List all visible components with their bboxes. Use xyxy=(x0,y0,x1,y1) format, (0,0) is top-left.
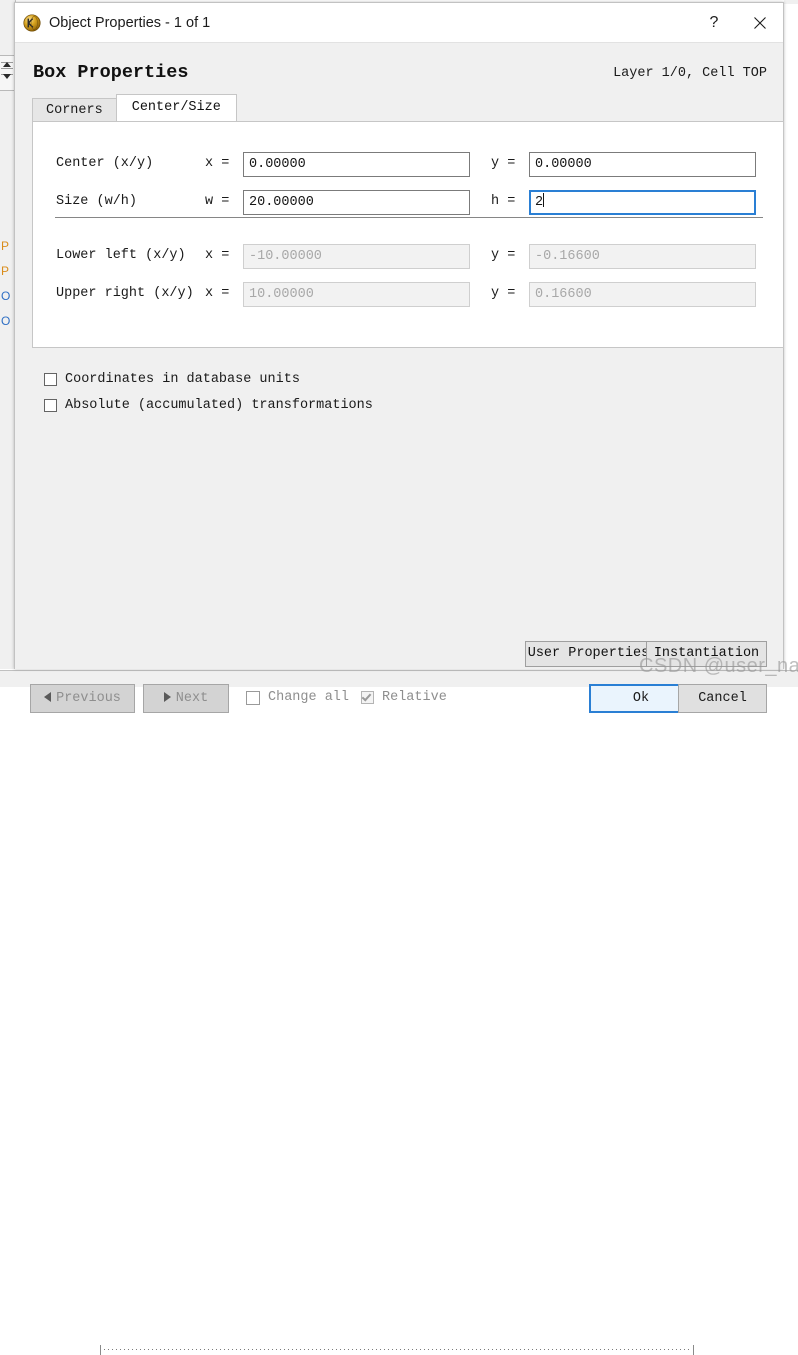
upper-right-x-input: 10.00000 xyxy=(243,282,470,307)
previous-button[interactable]: Previous xyxy=(30,684,135,713)
arrow-left-icon xyxy=(44,692,52,702)
checkbox-label: Relative xyxy=(382,690,447,705)
klayout-sphere-icon xyxy=(23,13,41,32)
field-eq-upper-right-x: x = xyxy=(205,286,230,301)
checkbox-coordinates-db-units[interactable]: Coordinates in database units xyxy=(44,372,300,387)
field-row-center: Center (x/y) x = 0.00000 y = 0.00000 xyxy=(33,152,783,178)
instantiation-button[interactable]: Instantiation xyxy=(646,641,767,667)
ruler-ticks xyxy=(104,1349,690,1350)
tab-center-size[interactable]: Center/Size xyxy=(115,94,237,121)
dialog-titlebar[interactable]: Object Properties - 1 of 1 ? xyxy=(15,3,783,43)
dialog-body: Box Properties Layer 1/0, Cell TOP Corne… xyxy=(15,43,784,713)
layer-cell-info: Layer 1/0, Cell TOP xyxy=(613,66,767,81)
background-tree-item[interactable]: P xyxy=(1,265,9,277)
tab-strip: Corners Center/Size xyxy=(32,94,237,121)
checkbox-relative: Relative xyxy=(361,690,447,705)
next-button[interactable]: Next xyxy=(143,684,229,713)
lower-left-x-input: -10.00000 xyxy=(243,244,470,269)
field-eq-center-y: y = xyxy=(491,156,516,171)
background-right-gap xyxy=(784,0,798,4)
field-eq-size-w: w = xyxy=(205,194,230,209)
center-size-panel: Center (x/y) x = 0.00000 y = 0.00000 Siz… xyxy=(32,121,784,348)
close-icon[interactable] xyxy=(737,3,783,43)
cancel-button[interactable]: Cancel xyxy=(678,684,767,713)
field-eq-lower-left-y: y = xyxy=(491,248,516,263)
checkbox-change-all[interactable]: Change all xyxy=(246,690,349,705)
size-h-input-value: 2 xyxy=(535,195,544,210)
checkbox-box-icon[interactable] xyxy=(246,690,260,705)
upper-right-y-input: 0.16600 xyxy=(529,282,756,307)
checkbox-label: Absolute (accumulated) transformations xyxy=(65,398,373,413)
background-tree-item[interactable]: O xyxy=(1,315,10,327)
size-w-input[interactable]: 20.00000 xyxy=(243,190,470,215)
field-eq-lower-left-x: x = xyxy=(205,248,230,263)
checkbox-box-icon[interactable] xyxy=(44,399,57,412)
user-properties-button[interactable]: User Properties xyxy=(525,641,652,667)
checkmark-icon xyxy=(361,691,372,702)
checkbox-label: Coordinates in database units xyxy=(65,372,300,387)
field-eq-size-h: h = xyxy=(491,194,516,209)
background-tree-item[interactable]: O xyxy=(1,290,10,302)
field-label-center: Center (x/y) xyxy=(56,156,154,171)
page-title: Box Properties xyxy=(33,62,189,83)
arrow-right-icon xyxy=(163,692,171,702)
checkbox-label: Change all xyxy=(268,690,350,705)
field-row-size: Size (w/h) w = 20.00000 h = 2 xyxy=(33,190,783,216)
field-eq-center-x: x = xyxy=(205,156,230,171)
tab-corners[interactable]: Corners xyxy=(32,98,117,121)
center-x-input[interactable]: 0.00000 xyxy=(243,152,470,177)
field-eq-upper-right-y: y = xyxy=(491,286,516,301)
checkbox-box-icon[interactable] xyxy=(44,373,57,386)
help-icon[interactable]: ? xyxy=(691,3,737,43)
scroll-up-arrow-icon[interactable] xyxy=(3,62,11,67)
background-tree-item[interactable]: P xyxy=(1,240,9,252)
lower-left-y-input: -0.16600 xyxy=(529,244,756,269)
background-scrollbar-track[interactable] xyxy=(0,55,14,91)
field-row-lower-left: Lower left (x/y) x = -10.00000 y = -0.16… xyxy=(33,244,783,270)
field-label-upper-right: Upper right (x/y) xyxy=(56,286,194,301)
object-properties-dialog: Object Properties - 1 of 1 ? Box Propert… xyxy=(14,2,784,713)
scroll-down-arrow-icon[interactable] xyxy=(3,74,11,79)
center-y-input[interactable]: 0.00000 xyxy=(529,152,756,177)
text-caret xyxy=(543,193,545,207)
size-h-input[interactable]: 2 xyxy=(529,190,756,215)
previous-button-label: Previous xyxy=(56,691,121,706)
checkbox-absolute-transformations[interactable]: Absolute (accumulated) transformations xyxy=(44,398,373,413)
next-button-label: Next xyxy=(175,691,209,706)
ruler-extent xyxy=(100,1345,694,1355)
field-label-size: Size (w/h) xyxy=(56,194,138,209)
field-label-lower-left: Lower left (x/y) xyxy=(56,248,186,263)
panel-divider xyxy=(55,217,763,218)
field-row-upper-right: Upper right (x/y) x = 10.00000 y = 0.166… xyxy=(33,282,783,308)
checkbox-box-icon xyxy=(361,691,374,704)
dialog-title: Object Properties - 1 of 1 xyxy=(49,14,211,31)
